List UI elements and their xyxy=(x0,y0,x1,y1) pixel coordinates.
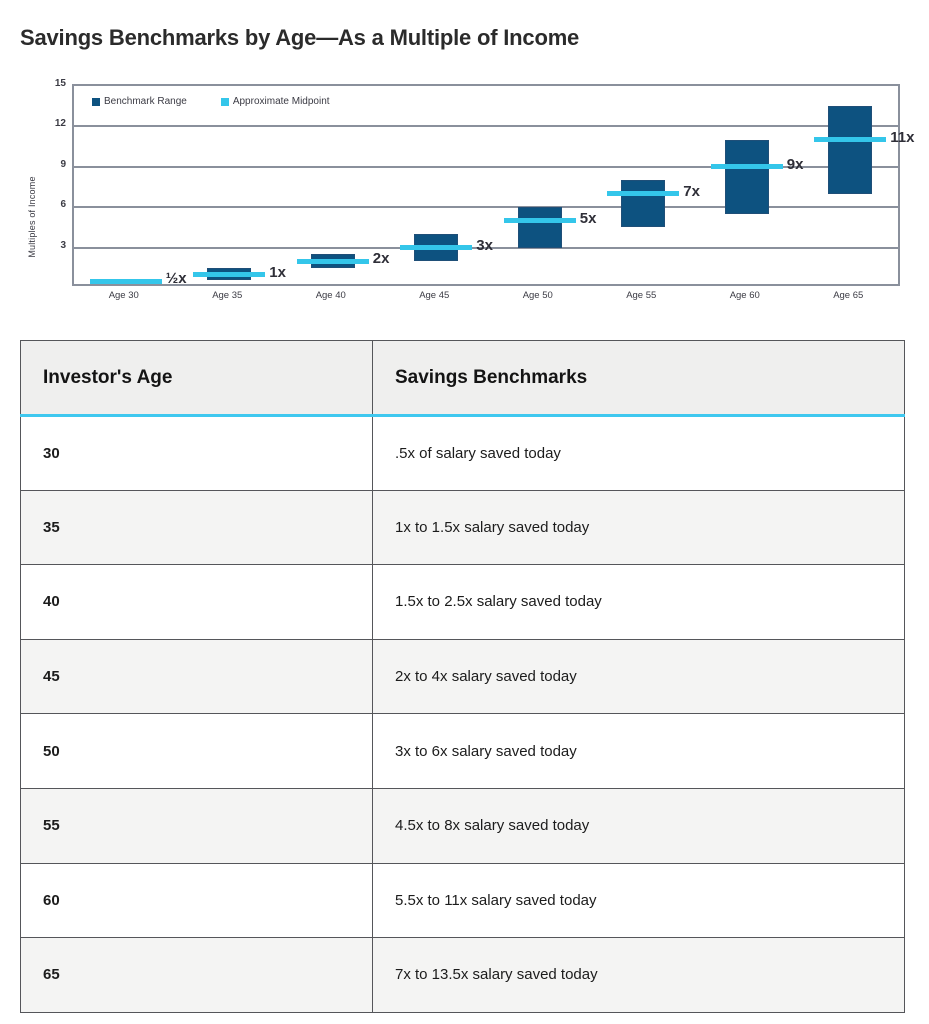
cell-savings-benchmark: 1x to 1.5x salary saved today xyxy=(372,489,905,566)
cell-savings-benchmark: 5.5x to 11x salary saved today xyxy=(372,862,905,939)
table-row: 55 4.5x to 8x salary saved today xyxy=(20,787,905,864)
benchmark-range-bar xyxy=(517,207,562,248)
y-axis-tick-label: 6 xyxy=(60,199,66,211)
approximate-midpoint-marker xyxy=(814,137,887,143)
table-row: 30.5x of salary saved today xyxy=(20,415,905,491)
cell-savings-benchmark: 2x to 4x salary saved today xyxy=(372,638,905,715)
cell-investors-age: 60 xyxy=(20,862,373,939)
bar-group: 2x xyxy=(281,86,389,284)
approximate-midpoint-marker xyxy=(193,272,266,278)
savings-benchmark-chart: Multiples of Income 3 6 9 12 15 Benchmark Ra… xyxy=(0,62,929,317)
table-row: 60 5.5x to 11x salary saved today xyxy=(20,862,905,939)
x-axis-tick-label: Age 35 xyxy=(212,290,243,301)
approximate-midpoint-marker xyxy=(503,218,576,224)
cell-investors-age: 35 xyxy=(20,489,373,566)
savings-benchmark-table: Investor's Age Savings Benchmarks 30.5x … xyxy=(20,340,905,1013)
benchmark-range-bar xyxy=(621,180,666,228)
bar-group: 3x xyxy=(385,86,493,284)
bar-value-label: 11x xyxy=(890,128,915,146)
approximate-midpoint-marker xyxy=(296,258,369,264)
bar-group: 7x xyxy=(592,86,700,284)
x-axis-tick-label: Age 65 xyxy=(833,290,864,301)
x-axis-tick-label: Age 40 xyxy=(315,290,346,301)
table-row: 35 1x to 1.5x salary saved today xyxy=(20,489,905,566)
bar-group: 11x xyxy=(799,86,914,284)
x-axis-tick-label: Age 45 xyxy=(419,290,450,301)
x-axis-tick-label: Age 30 xyxy=(108,290,139,301)
table-body: 30.5x of salary saved today 35 1x to 1.5x … xyxy=(20,415,905,1013)
x-axis-tick-label: Age 50 xyxy=(522,290,553,301)
table-row: 65 7x to 13.5x salary saved today xyxy=(20,937,905,1013)
approximate-midpoint-marker xyxy=(710,164,783,170)
cell-investors-age: 45 xyxy=(20,638,373,715)
benchmark-range-bar xyxy=(828,106,873,194)
table-row: 40 1.5x to 2.5x salary saved today xyxy=(20,564,905,640)
bar-group: ½x xyxy=(74,86,187,287)
y-axis-tick-label: 9 xyxy=(60,158,66,170)
approximate-midpoint-marker xyxy=(400,245,473,251)
cell-investors-age: 50 xyxy=(20,713,373,789)
y-axis-title: Multiples of Income xyxy=(27,176,37,258)
cell-investors-age: 65 xyxy=(20,937,373,1013)
y-axis-tick-label: 12 xyxy=(54,118,66,130)
approximate-midpoint-marker xyxy=(89,278,162,284)
bar-group: 9x xyxy=(695,86,803,284)
page-root: Savings Benchmarks by Age—As a Multiple … xyxy=(0,0,929,1024)
y-axis-tick-label: 15 xyxy=(54,78,66,89)
bar-group: 5x xyxy=(488,86,596,284)
bar-group: 1x xyxy=(178,86,286,284)
page-title: Savings Benchmarks by Age—As a Multiple … xyxy=(20,24,580,50)
cell-investors-age: 40 xyxy=(20,564,373,640)
cell-savings-benchmark: .5x of salary saved today xyxy=(372,415,905,491)
cell-investors-age: 30 xyxy=(20,415,373,491)
benchmark-range-bar xyxy=(724,139,769,214)
table-row: 50 3x to 6x salary saved today xyxy=(20,713,905,789)
approximate-midpoint-marker xyxy=(607,191,680,197)
column-header-savings-benchmarks: Savings Benchmarks xyxy=(372,340,905,417)
x-axis-tick-label: Age 60 xyxy=(729,290,760,301)
table-header-row: Investor's Age Savings Benchmarks xyxy=(20,340,905,417)
column-header-investors-age: Investor's Age xyxy=(20,340,373,417)
cell-savings-benchmark: 3x to 6x salary saved today xyxy=(372,713,905,789)
table-row: 45 2x to 4x salary saved today xyxy=(20,638,905,715)
plot-area: Benchmark Range Approximate Midpoint ½x 1… xyxy=(72,84,914,287)
cell-savings-benchmark: 4.5x to 8x salary saved today xyxy=(372,787,905,864)
y-axis-tick-label: 3 xyxy=(60,239,66,251)
cell-savings-benchmark: 7x to 13.5x salary saved today xyxy=(372,937,905,1013)
cell-investors-age: 55 xyxy=(20,787,373,864)
cell-savings-benchmark: 1.5x to 2.5x salary saved today xyxy=(372,564,905,640)
x-axis-tick-label: Age 55 xyxy=(626,290,657,301)
